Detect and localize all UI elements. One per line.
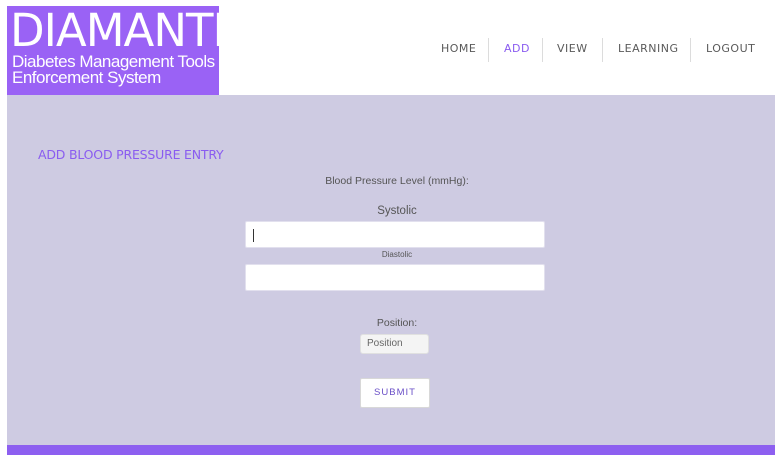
diastolic-input[interactable]: [245, 264, 545, 291]
nav-learning[interactable]: LEARNING: [618, 36, 678, 62]
nav-separator: [602, 38, 603, 62]
nav-separator: [542, 38, 543, 62]
diastolic-label: Diastolic: [381, 250, 413, 259]
text-cursor: [253, 229, 254, 242]
header: DIAMANTES Diabetes Management Tools Enfo…: [0, 0, 775, 95]
submit-button[interactable]: SUBMIT: [360, 378, 430, 408]
nav-home[interactable]: HOME: [441, 36, 476, 62]
systolic-input[interactable]: [245, 221, 545, 248]
nav-separator: [690, 38, 691, 62]
nav-logout[interactable]: LOGOUT: [706, 36, 755, 62]
logo-subtitle-line2: Enforcement System: [12, 68, 161, 87]
form-panel: ADD BLOOD PRESSURE ENTRY Blood Pressure …: [7, 95, 775, 445]
footer-bar: [7, 445, 775, 455]
nav-add[interactable]: ADD: [504, 36, 530, 62]
position-select[interactable]: Position: [360, 334, 429, 354]
nav-view[interactable]: VIEW: [557, 36, 588, 62]
main-nav: HOME ADD VIEW LEARNING LOGOUT: [0, 36, 775, 62]
page-title: ADD BLOOD PRESSURE ENTRY: [38, 147, 224, 162]
nav-separator: [488, 38, 489, 62]
systolic-label: Systolic: [377, 205, 417, 217]
bp-level-label: Blood Pressure Level (mmHg):: [325, 175, 469, 187]
position-label: Position:: [376, 317, 418, 329]
